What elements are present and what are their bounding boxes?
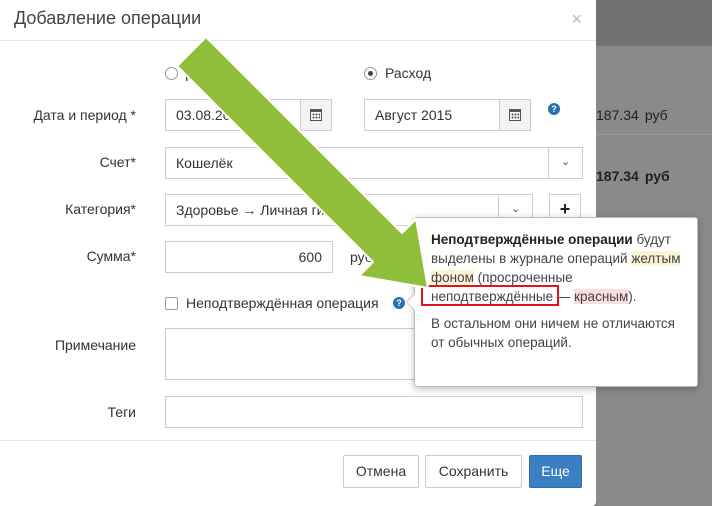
tags-label: Теги (107, 404, 136, 420)
background-amount-row: 187.34 руб (596, 107, 712, 123)
chevron-down-icon: ⌄ (561, 156, 571, 168)
calendar-icon (509, 109, 521, 121)
background-amount-row: 187.34 руб (596, 168, 712, 184)
close-button[interactable]: × (571, 9, 582, 30)
note-label: Примечание (54, 337, 136, 353)
modal-footer-divider (0, 440, 596, 441)
chevron-down-icon: ⌄ (376, 254, 386, 265)
account-select-arrow[interactable]: ⌄ (548, 147, 583, 179)
period-input[interactable]: Август 2015 (364, 99, 500, 131)
tags-input[interactable] (165, 396, 583, 428)
unconfirmed-label: Неподтверждённая операция (186, 295, 379, 311)
popover-text: ). (628, 289, 637, 304)
unconfirmed-checkbox[interactable] (165, 297, 178, 310)
date-input[interactable]: 03.08.2015 (165, 99, 301, 131)
amount-label: Сумма* (86, 248, 136, 264)
radio-expense[interactable] (364, 67, 377, 80)
background-amount-currency: руб (644, 168, 670, 184)
unconfirmed-help-icon[interactable]: ? (393, 297, 405, 309)
more-button[interactable]: Еще (529, 455, 582, 488)
background-header (596, 0, 712, 46)
background-amount-value: 187.34 (596, 168, 639, 184)
category-label: Категория* (65, 201, 136, 217)
popover-title: Неподтверждённые операции (431, 232, 633, 247)
popover-para-2: В остальном они ничем не отличаются от о… (431, 316, 675, 350)
modal-title: Добавление операции (14, 8, 202, 28)
amount-input[interactable]: 600 (165, 241, 333, 273)
radio-expense-label: Расход (385, 65, 432, 81)
radio-income[interactable] (165, 67, 178, 80)
popover-red-highlight: красным (574, 289, 629, 304)
highlight-box (421, 285, 559, 306)
modal-header: Добавление операции × (0, 0, 596, 41)
currency-select[interactable]: руб ⌄ (350, 249, 385, 265)
background-divider (596, 134, 712, 135)
save-button[interactable]: Сохранить (425, 455, 522, 488)
date-calendar-button[interactable] (300, 99, 332, 131)
account-label: Счет* (99, 154, 136, 170)
background-amount-value: 187.34 (596, 107, 639, 123)
radio-income-label: Дох (186, 65, 211, 81)
period-calendar-button[interactable] (499, 99, 531, 131)
calendar-icon (310, 109, 322, 121)
background-amount-currency: руб (644, 107, 668, 123)
cancel-button[interactable]: Отмена (343, 455, 419, 488)
currency-value: руб (350, 249, 373, 265)
chevron-down-icon: ⌄ (511, 203, 521, 215)
note-textarea[interactable] (165, 328, 415, 380)
period-help-icon[interactable]: ? (548, 103, 560, 115)
account-select[interactable]: Кошелёк (165, 147, 583, 179)
date-label: Дата и период * (33, 107, 136, 123)
